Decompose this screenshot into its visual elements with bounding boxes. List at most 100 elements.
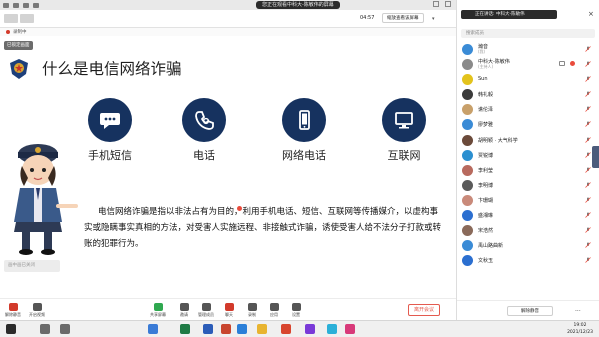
mic-muted-icon[interactable] — [585, 136, 591, 143]
toolbar-label: 录制 — [248, 312, 256, 317]
feature-sms: 手机短信 — [72, 98, 148, 163]
pip-caption[interactable]: 画中画已关闭 — [4, 260, 60, 272]
more-icon[interactable]: ··· — [575, 308, 581, 315]
avatar — [462, 104, 473, 116]
mic-muted-icon[interactable] — [585, 121, 591, 128]
participant-row[interactable]: 胡明颖 · 大气科学 — [457, 133, 599, 148]
avatar — [462, 149, 473, 161]
participant-row[interactable]: 禹山路曲新 — [457, 238, 599, 253]
chat-bubble-icon — [100, 113, 120, 129]
mic-muted-icon[interactable] — [585, 46, 591, 52]
mic-muted-icon[interactable] — [585, 182, 591, 188]
participant-row[interactable]: 贾锐博 — [457, 148, 599, 163]
participant-row[interactable]: Sun — [457, 72, 599, 87]
mic-muted-icon[interactable] — [585, 76, 591, 82]
participant-name: 文秋玉 — [478, 258, 494, 265]
participant-row[interactable]: 李明博 — [457, 178, 599, 193]
start-video-button[interactable]: 开启视频 — [24, 303, 50, 318]
meeting-info-strip: 04:57 缩放查看该屏幕 ▾ — [0, 10, 456, 28]
unmute-button[interactable]: 解除静音 — [0, 303, 26, 318]
recording-bar: 录制中 — [0, 28, 456, 36]
elapsed-time: 04:57 — [360, 15, 375, 21]
participant-row[interactable]: 谯伦泽 — [457, 102, 599, 117]
participant-row[interactable]: 廖梦雅 — [457, 117, 599, 132]
folder-icon[interactable] — [257, 324, 267, 334]
mic-muted-icon[interactable] — [585, 227, 591, 233]
mic-muted-icon[interactable] — [585, 91, 591, 98]
excel-icon[interactable] — [180, 324, 190, 334]
feature-internet: 互联网 — [366, 98, 442, 163]
participant-row[interactable]: 瀚音 (我) — [457, 42, 599, 57]
participant-name: 韩礼毅 — [478, 92, 494, 99]
os-taskbar: 19:02 2021/12/23 — [0, 320, 599, 337]
feature-label: 电话 — [193, 149, 215, 162]
participant-row[interactable]: 韩礼毅 — [457, 87, 599, 102]
participant-name: 卞珊瑚 — [478, 197, 494, 204]
police-officer-illustration — [14, 144, 78, 255]
speaking-indicator: 正在讲话: 中科大-陈敏伟 — [461, 10, 557, 19]
grid-icon[interactable] — [33, 2, 39, 8]
participant-panel: 正在讲话: 中科大-陈敏伟 × 搜索成员 瀚音 (我) 中科大-陈敏伟 (主持人) Su… — [456, 0, 599, 320]
app-icon[interactable] — [327, 324, 337, 334]
toolbar-label: 设置 — [292, 312, 300, 317]
participant-row[interactable]: 盛湘琳 — [457, 208, 599, 223]
scale-view-button[interactable]: 缩放查看该屏幕 — [382, 13, 424, 23]
leave-meeting-button[interactable]: 离开会议 — [408, 304, 441, 316]
avatar — [462, 134, 473, 146]
avatar — [462, 89, 473, 101]
view-tab[interactable] — [4, 14, 18, 23]
task-view-icon[interactable] — [60, 324, 70, 334]
side-collapse-handle[interactable] — [592, 146, 599, 168]
mic-muted-icon[interactable] — [585, 151, 591, 158]
browser-icon[interactable] — [148, 324, 158, 334]
chrome-icon[interactable] — [281, 324, 291, 334]
participant-row[interactable]: 宋浩然 — [457, 223, 599, 238]
mic-muted-icon[interactable] — [585, 166, 591, 173]
participant-row[interactable]: 中科大-陈敏伟 (主持人) — [457, 57, 599, 72]
mic-muted-icon[interactable] — [585, 257, 591, 264]
view-tab[interactable] — [20, 14, 34, 23]
settings-button[interactable]: 设置 — [283, 303, 309, 318]
minimize-icon[interactable] — [433, 1, 439, 7]
avatar — [462, 255, 473, 267]
share-screen-button[interactable]: 共享屏幕 — [145, 303, 171, 318]
maximize-icon[interactable] — [445, 1, 451, 7]
mic-muted-icon[interactable] — [585, 61, 591, 67]
app-icon[interactable] — [305, 324, 315, 334]
participant-name: Sun — [478, 76, 488, 83]
member-search-input[interactable]: 搜索成员 — [461, 29, 595, 38]
record-dot-icon — [6, 30, 10, 34]
windows-start-icon[interactable] — [6, 324, 16, 334]
window-controls — [433, 1, 451, 7]
icon-circle — [282, 98, 326, 142]
chevron-down-icon[interactable]: ▾ — [432, 16, 435, 22]
participant-name: 宋浩然 — [478, 228, 494, 235]
mic-muted-icon[interactable] — [585, 242, 591, 249]
mic-muted-icon[interactable] — [585, 212, 591, 218]
unmute-all-button[interactable]: 解除静音 — [507, 306, 553, 316]
invite-icon — [179, 303, 189, 311]
word-icon[interactable] — [203, 324, 213, 334]
feature-label: 网络电话 — [282, 149, 326, 162]
avatar — [462, 119, 473, 131]
apps-icon — [269, 303, 279, 311]
meeting-icon[interactable] — [237, 324, 247, 334]
search-icon[interactable] — [40, 324, 50, 334]
close-icon[interactable]: × — [588, 10, 594, 18]
participant-row[interactable]: 文秋玉 — [457, 253, 599, 268]
participant-row[interactable]: 卞珊瑚 — [457, 193, 599, 208]
mic-muted-icon[interactable] — [585, 197, 591, 203]
powerpoint-icon[interactable] — [221, 324, 231, 334]
toolbar-label: 共享屏幕 — [150, 312, 166, 317]
avatar — [462, 59, 473, 71]
mic-muted-icon[interactable] — [585, 106, 591, 113]
participant-name: 贾锐博 — [478, 152, 494, 159]
recording-label: 录制中 — [13, 30, 27, 35]
toolbar-label: 开启视频 — [29, 312, 45, 317]
participant-row[interactable]: 李利莹 — [457, 163, 599, 178]
chat-icon — [224, 303, 234, 311]
avatar — [462, 225, 473, 237]
app-icon[interactable] — [345, 324, 355, 334]
clock: 19:02 2021/12/23 — [567, 322, 593, 336]
locked-view-tag[interactable]: 已锁定画面 — [4, 41, 33, 50]
